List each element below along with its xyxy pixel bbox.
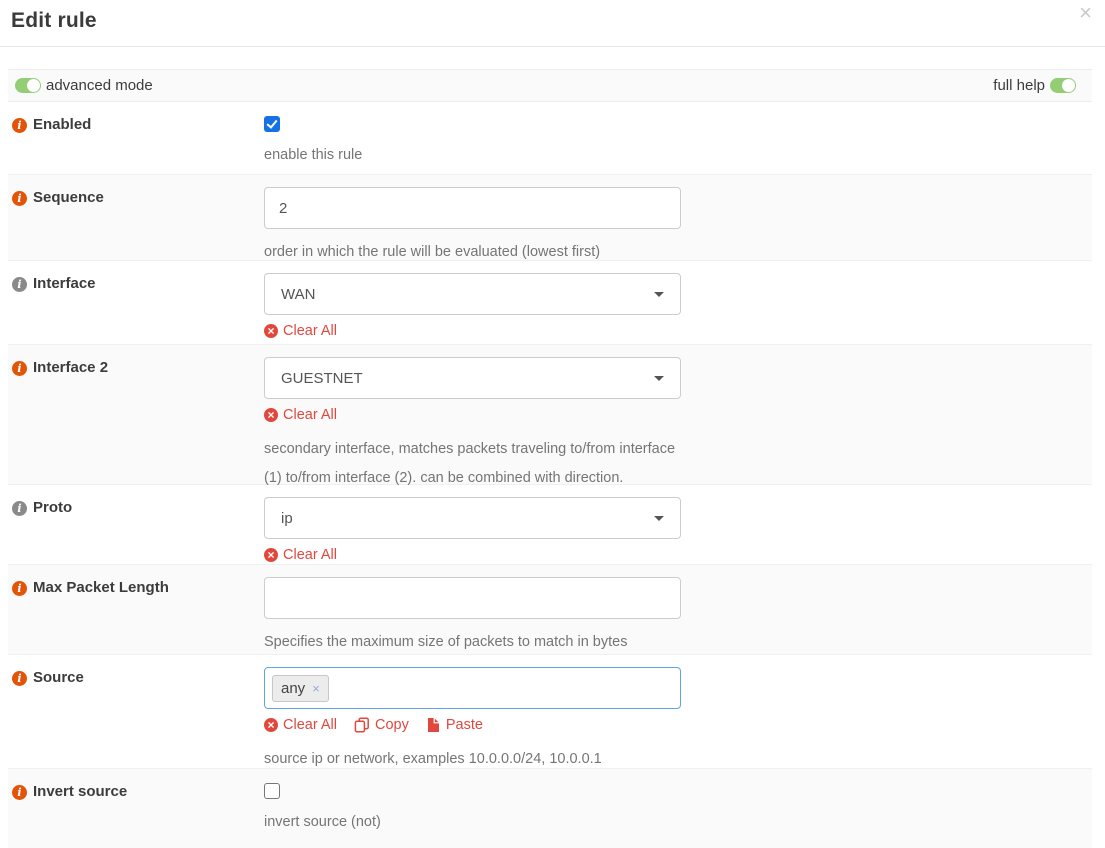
times-circle-icon xyxy=(264,718,278,732)
select-value: WAN xyxy=(281,286,315,303)
info-icon[interactable] xyxy=(12,671,27,686)
clear-all-button[interactable]: Clear All xyxy=(264,323,337,339)
select-value: ip xyxy=(281,510,293,527)
form-row-sequence: Sequence order in which the rule will be… xyxy=(8,175,1092,261)
form-toolbar: advanced mode full help xyxy=(8,69,1092,102)
max-packet-length-input[interactable] xyxy=(264,577,681,619)
clear-all-button[interactable]: Clear All xyxy=(264,717,337,733)
form-row-interface: Interface WAN Clear All xyxy=(8,261,1092,345)
chevron-down-icon xyxy=(654,516,664,521)
invert-source-checkbox[interactable] xyxy=(264,783,280,799)
field-label-interface: Interface xyxy=(8,261,264,344)
info-icon[interactable] xyxy=(12,277,27,292)
field-help: enable this rule xyxy=(264,141,676,170)
field-label-invert-source: Invert source xyxy=(8,769,264,848)
info-icon[interactable] xyxy=(12,118,27,133)
field-label-text: Proto xyxy=(33,499,72,516)
field-label-interface2: Interface 2 xyxy=(8,345,264,484)
info-icon[interactable] xyxy=(12,581,27,596)
chevron-down-icon xyxy=(654,376,664,381)
field-label-text: Enabled xyxy=(33,116,91,133)
sequence-input[interactable] xyxy=(264,187,681,229)
field-help: Specifies the maximum size of packets to… xyxy=(264,628,676,657)
form-row-max-packet-length: Max Packet Length Specifies the maximum … xyxy=(8,565,1092,655)
remove-token-icon[interactable]: × xyxy=(312,682,320,695)
full-help-toggle[interactable] xyxy=(1050,78,1076,93)
select-value: GUESTNET xyxy=(281,370,363,387)
advanced-mode-control: advanced mode xyxy=(15,77,153,94)
clear-all-button[interactable]: Clear All xyxy=(264,407,337,423)
field-label-enabled: Enabled xyxy=(8,102,264,174)
toggle-knob xyxy=(1062,79,1075,92)
paste-icon xyxy=(426,717,441,733)
times-circle-icon xyxy=(264,324,278,338)
info-icon[interactable] xyxy=(12,501,27,516)
interface2-select[interactable]: GUESTNET xyxy=(264,357,681,399)
times-circle-icon xyxy=(264,548,278,562)
form-row-invert-source: Invert source invert source (not) xyxy=(8,769,1092,848)
full-help-control: full help xyxy=(993,77,1076,94)
advanced-mode-toggle[interactable] xyxy=(15,78,41,93)
field-label-text: Invert source xyxy=(33,783,127,800)
field-label-text: Interface xyxy=(33,275,96,292)
interface-select[interactable]: WAN xyxy=(264,273,681,315)
advanced-mode-label: advanced mode xyxy=(46,77,153,94)
field-help: invert source (not) xyxy=(264,808,676,837)
page-title: Edit rule xyxy=(11,9,1093,33)
paste-button[interactable]: Paste xyxy=(426,717,483,733)
form-row-proto: Proto ip Clear All xyxy=(8,485,1092,565)
info-icon[interactable] xyxy=(12,191,27,206)
clear-all-button[interactable]: Clear All xyxy=(264,547,337,563)
times-circle-icon xyxy=(264,408,278,422)
form-row-source: Source any × Clear All xyxy=(8,655,1092,769)
full-help-label: full help xyxy=(993,77,1045,94)
copy-icon xyxy=(354,717,370,733)
info-icon[interactable] xyxy=(12,361,27,376)
field-label-text: Source xyxy=(33,669,84,686)
form-row-interface2: Interface 2 GUESTNET Clear All secondary… xyxy=(8,345,1092,485)
info-icon[interactable] xyxy=(12,785,27,800)
field-label-proto: Proto xyxy=(8,485,264,564)
field-label-text: Sequence xyxy=(33,189,104,206)
field-label-text: Max Packet Length xyxy=(33,579,169,596)
modal-header: Edit rule × xyxy=(0,0,1105,47)
proto-select[interactable]: ip xyxy=(264,497,681,539)
field-label-source: Source xyxy=(8,655,264,768)
field-label-sequence: Sequence xyxy=(8,175,264,260)
field-label-text: Interface 2 xyxy=(33,359,108,376)
copy-button[interactable]: Copy xyxy=(354,717,409,733)
chevron-down-icon xyxy=(654,292,664,297)
source-token-input[interactable]: any × xyxy=(264,667,681,709)
enabled-checkbox[interactable] xyxy=(264,116,280,132)
form-row-enabled: Enabled enable this rule xyxy=(8,102,1092,175)
close-icon[interactable]: × xyxy=(1079,2,1092,24)
field-label-max-packet-length: Max Packet Length xyxy=(8,565,264,654)
toggle-knob xyxy=(27,79,40,92)
source-token: any × xyxy=(272,675,329,702)
edit-rule-form: advanced mode full help Enabled enable t… xyxy=(8,69,1092,848)
